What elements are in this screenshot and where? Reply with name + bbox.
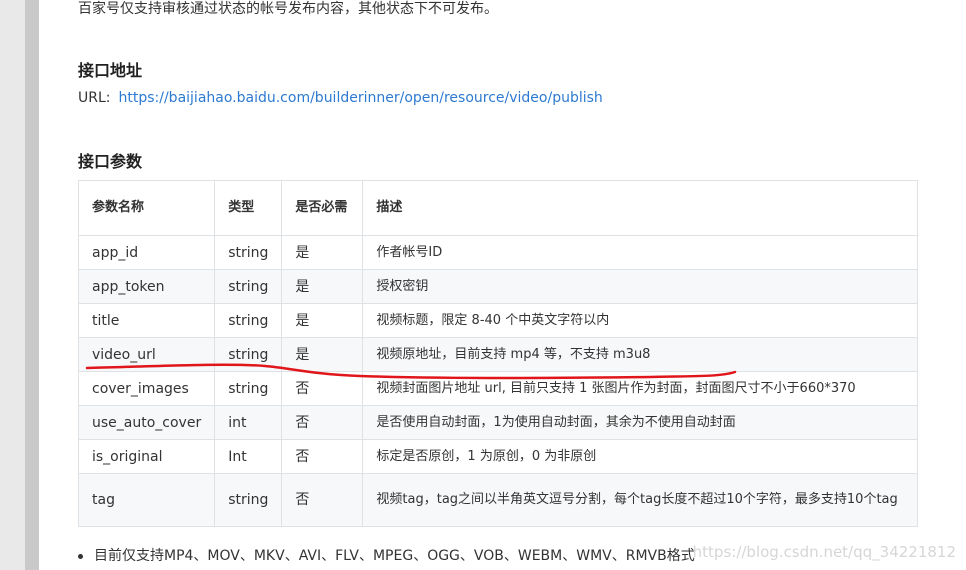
- intro-text: 百家号仅支持审核通过状态的帐号发布内容，其他状态下不可发布。: [78, 1, 498, 17]
- cell-required: 否: [281, 439, 364, 474]
- table-row: cover_images string 否 视频封面图片地址 url, 目前只支…: [77, 371, 918, 406]
- cell-description: 视频封面图片地址 url, 目前只支持 1 张图片作为封面，封面图尺寸不小于66…: [362, 371, 918, 406]
- cell-type: string: [214, 235, 283, 270]
- watermark: https://blog.csdn.net/qq_34221812: [692, 543, 956, 561]
- cell-description: 视频标题，限定 8-40 个中英文字符以内: [362, 303, 918, 338]
- table-row: tag string 否 视频tag，tag之间以半角英文逗号分割，每个tag长…: [77, 473, 918, 527]
- cell-description: 授权密钥: [362, 269, 918, 304]
- address-heading: 接口地址: [78, 61, 143, 80]
- table-row: is_original Int 否 标定是否原创，1 为原创，0 为非原创: [77, 439, 918, 474]
- params-table: 参数名称 类型 是否必需 描述 app_id string 是 作者帐号ID a…: [77, 180, 918, 527]
- cell-type: string: [214, 371, 283, 406]
- cell-description: 视频原地址，目前支持 mp4 等，不支持 m3u8: [362, 337, 918, 372]
- bullet-dot-icon: [78, 553, 83, 559]
- bullet-text: 目前仅支持MP4、MOV、MKV、AVI、FLV、MPEG、OGG、VOB、WE…: [94, 548, 695, 564]
- cell-description: 是否使用自动封面，1为使用自动封面，其余为不使用自动封面: [362, 405, 918, 440]
- table-row: app_id string 是 作者帐号ID: [77, 235, 918, 270]
- cell-param-name: is_original: [77, 439, 216, 474]
- cell-type: string: [214, 337, 283, 372]
- cell-required: 否: [281, 405, 364, 440]
- table-header-row: 参数名称 类型 是否必需 描述: [77, 180, 918, 236]
- cell-required: 否: [281, 371, 364, 406]
- format-support-bullet: 目前仅支持MP4、MOV、MKV、AVI、FLV、MPEG、OGG、VOB、WE…: [78, 545, 695, 565]
- cell-description: 作者帐号ID: [362, 235, 918, 270]
- cell-type: int: [214, 405, 283, 440]
- params-heading: 接口参数: [78, 152, 143, 171]
- cell-param-name: video_url: [77, 337, 216, 372]
- url-line: URL: https://baijiahao.baidu.com/builderi…: [78, 90, 603, 106]
- cell-param-name: tag: [77, 473, 216, 527]
- cell-type: string: [214, 473, 283, 527]
- url-label: URL:: [78, 90, 111, 106]
- cell-type: Int: [214, 439, 283, 474]
- header-param-name: 参数名称: [77, 180, 216, 236]
- table-row: video_url string 是 视频原地址，目前支持 mp4 等，不支持 …: [77, 337, 918, 372]
- table-row: title string 是 视频标题，限定 8-40 个中英文字符以内: [77, 303, 918, 338]
- table-row: use_auto_cover int 否 是否使用自动封面，1为使用自动封面，其…: [77, 405, 918, 440]
- header-required: 是否必需: [281, 180, 364, 236]
- cell-required: 是: [281, 337, 364, 372]
- left-scroll-rail: [25, 0, 39, 570]
- cell-param-name: app_id: [77, 235, 216, 270]
- header-type: 类型: [214, 180, 283, 236]
- cell-param-name: app_token: [77, 269, 216, 304]
- cell-required: 是: [281, 235, 364, 270]
- cell-type: string: [214, 269, 283, 304]
- cell-param-name: title: [77, 303, 216, 338]
- cell-required: 是: [281, 269, 364, 304]
- cell-param-name: use_auto_cover: [77, 405, 216, 440]
- cell-required: 是: [281, 303, 364, 338]
- header-description: 描述: [362, 180, 918, 236]
- cell-type: string: [214, 303, 283, 338]
- url-link[interactable]: https://baijiahao.baidu.com/builderinner…: [119, 90, 603, 106]
- table-row: app_token string 是 授权密钥: [77, 269, 918, 304]
- cell-param-name: cover_images: [77, 371, 216, 406]
- cell-description: 标定是否原创，1 为原创，0 为非原创: [362, 439, 918, 474]
- cell-description: 视频tag，tag之间以半角英文逗号分割，每个tag长度不超过10个字符，最多支…: [362, 473, 918, 527]
- cell-required: 否: [281, 473, 364, 527]
